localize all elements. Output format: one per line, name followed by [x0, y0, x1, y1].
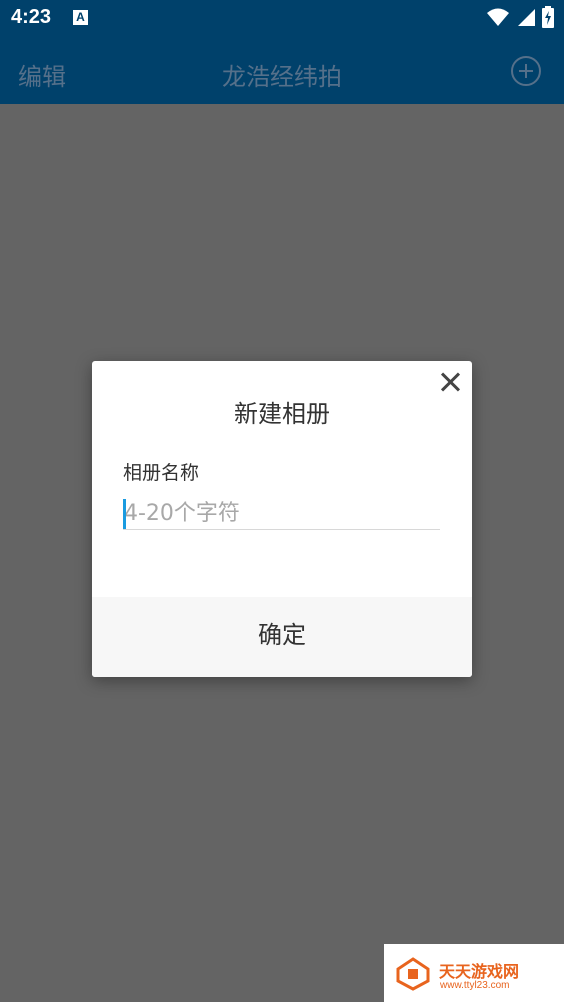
- watermark-url: www.ttyl23.com: [440, 980, 510, 991]
- app-bar: 编辑 龙浩经纬拍: [0, 40, 564, 104]
- album-name-label: 相册名称: [123, 462, 200, 484]
- album-name-input[interactable]: [123, 497, 441, 529]
- page-title: 龙浩经纬拍: [222, 63, 342, 91]
- dialog-title: 新建相册: [234, 400, 330, 428]
- watermark-logo-icon: [396, 957, 430, 991]
- battery-charging-icon: [542, 6, 554, 28]
- new-album-dialog: 新建相册 相册名称 确定: [92, 361, 472, 677]
- watermark: 天天游戏网 www.ttyl23.com: [384, 944, 564, 1002]
- notification-app-icon: A: [73, 10, 88, 25]
- status-icons: [486, 6, 554, 28]
- plus-circle-icon[interactable]: [511, 56, 541, 86]
- signal-icon: [518, 9, 535, 26]
- status-time: 4:23: [11, 6, 52, 28]
- close-icon[interactable]: [439, 371, 461, 393]
- status-bar: 4:23 A: [0, 0, 564, 40]
- confirm-button[interactable]: 确定: [92, 597, 472, 677]
- album-name-field: [123, 497, 441, 530]
- wifi-icon: [487, 8, 509, 26]
- text-caret: [123, 499, 126, 529]
- watermark-text: 天天游戏网: [439, 962, 520, 981]
